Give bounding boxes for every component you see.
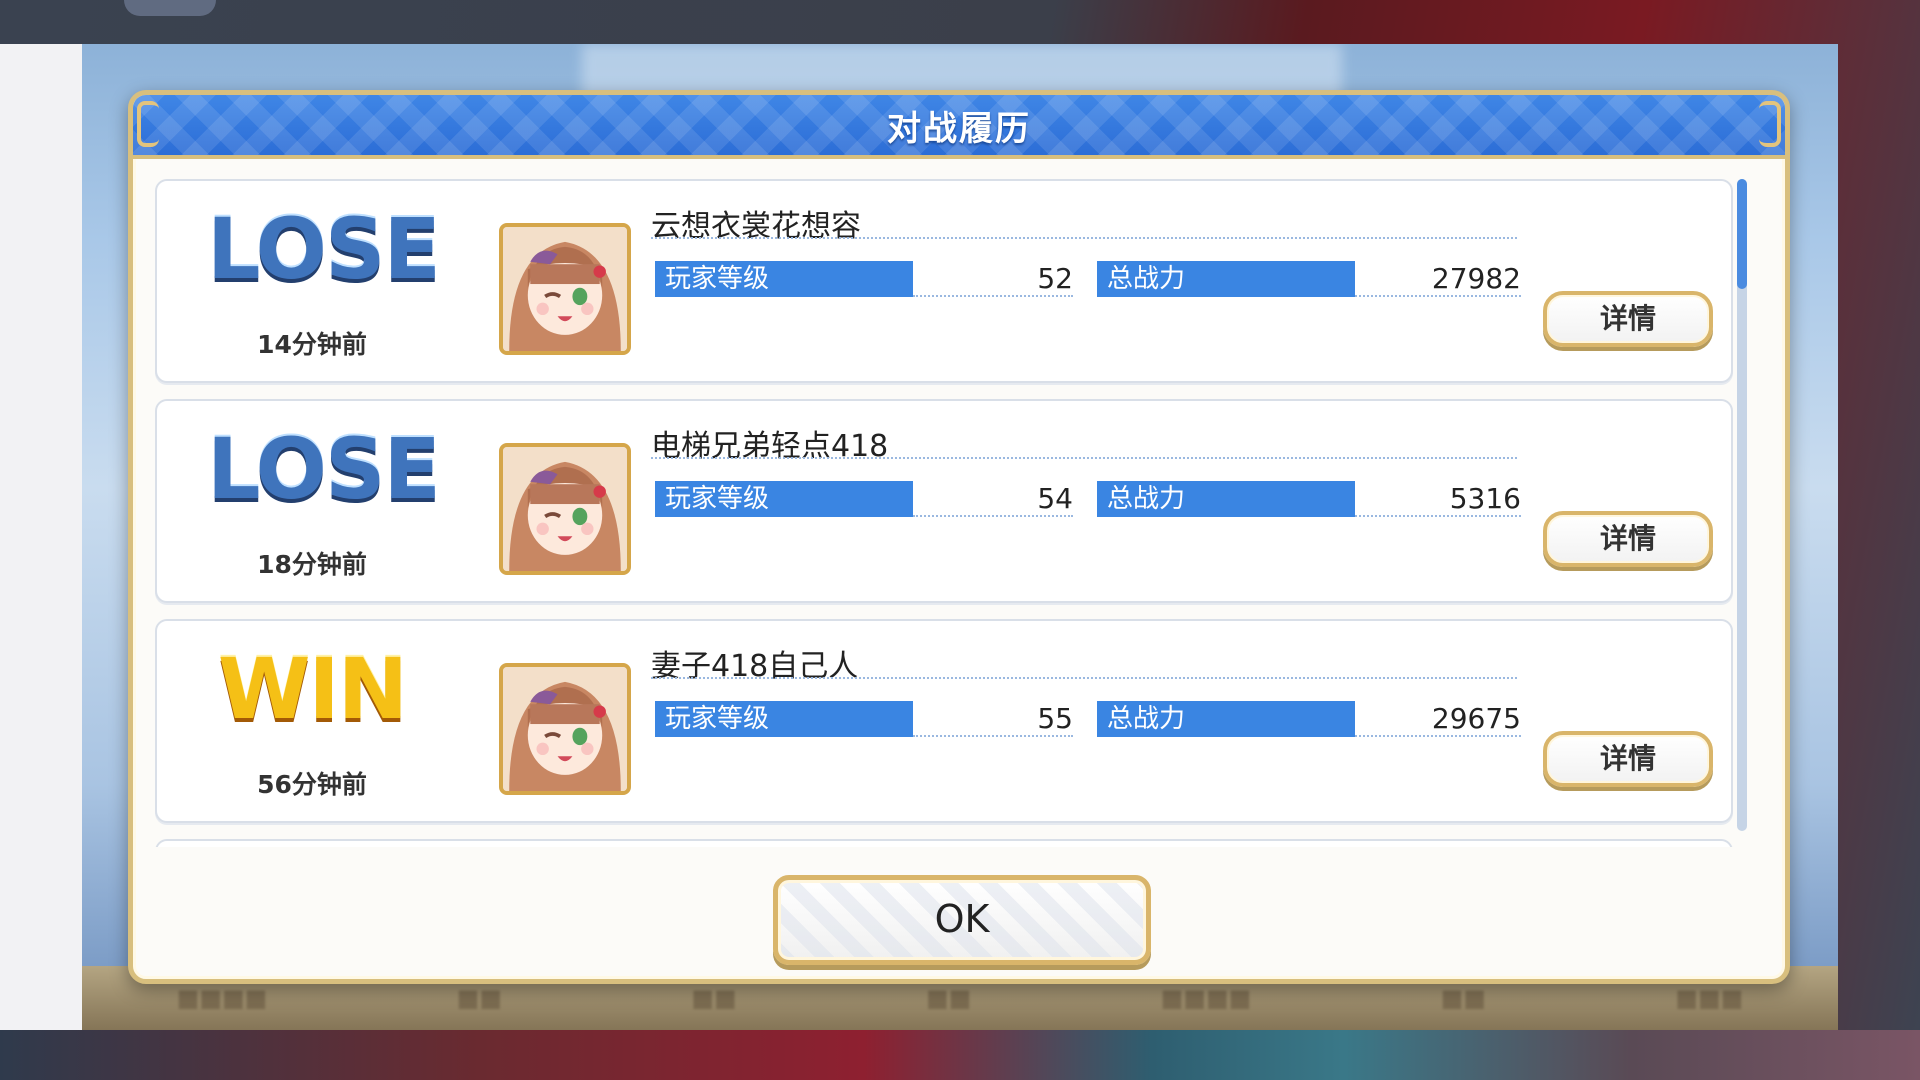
ok-button[interactable]: OK bbox=[773, 875, 1151, 965]
details-button[interactable]: 详情 bbox=[1543, 731, 1713, 787]
level-label: 玩家等级 bbox=[655, 481, 913, 517]
level-value: 52 bbox=[913, 261, 1073, 297]
character-portrait-icon bbox=[503, 667, 627, 791]
right-ornament-icon bbox=[1759, 101, 1781, 147]
player-avatar bbox=[499, 663, 631, 795]
name-divider bbox=[651, 677, 1517, 679]
power-label: 总战力 bbox=[1097, 261, 1355, 297]
time-ago: 18分钟前 bbox=[257, 550, 367, 579]
bottom-color-strip bbox=[0, 1030, 1920, 1080]
result-badge-lose: LOSE bbox=[207, 200, 441, 298]
result-badge-win: WIN bbox=[217, 640, 408, 738]
left-ornament-icon bbox=[137, 101, 159, 147]
match-card-partial bbox=[155, 839, 1733, 847]
dialog-title: 对战履历 bbox=[887, 108, 1031, 149]
time-ago: 14分钟前 bbox=[257, 330, 367, 359]
power-value: 5316 bbox=[1355, 481, 1521, 517]
match-card: LOSE 18分钟前 电梯兄弟轻点418 玩家等级 54 总战力 5316 详情 bbox=[155, 399, 1733, 603]
power-value: 27982 bbox=[1355, 261, 1521, 297]
battle-history-dialog: 对战履历 LOSE 14分钟前 云想衣裳花想容 玩家等级 52 总战力 2798… bbox=[128, 90, 1790, 984]
details-button[interactable]: 详情 bbox=[1543, 291, 1713, 347]
time-ago: 56分钟前 bbox=[257, 770, 367, 799]
name-divider bbox=[651, 237, 1517, 239]
level-label: 玩家等级 bbox=[655, 261, 913, 297]
name-divider bbox=[651, 457, 1517, 459]
power-label: 总战力 bbox=[1097, 701, 1355, 737]
power-label: 总战力 bbox=[1097, 481, 1355, 517]
level-label: 玩家等级 bbox=[655, 701, 913, 737]
player-avatar bbox=[499, 443, 631, 575]
top-avatar-stub bbox=[124, 0, 216, 16]
level-value: 55 bbox=[913, 701, 1073, 737]
left-white-pane bbox=[0, 44, 82, 1030]
dialog-header: 对战履历 bbox=[133, 95, 1785, 159]
match-card: WIN 56分钟前 妻子418自己人 玩家等级 55 总战力 29675 详情 bbox=[155, 619, 1733, 823]
scrollbar[interactable] bbox=[1737, 179, 1747, 831]
details-button[interactable]: 详情 bbox=[1543, 511, 1713, 567]
result-badge-lose: LOSE bbox=[207, 420, 441, 518]
power-value: 29675 bbox=[1355, 701, 1521, 737]
character-portrait-icon bbox=[503, 447, 627, 571]
character-portrait-icon bbox=[503, 227, 627, 351]
player-avatar bbox=[499, 223, 631, 355]
match-card: LOSE 14分钟前 云想衣裳花想容 玩家等级 52 总战力 27982 详情 bbox=[155, 179, 1733, 383]
level-value: 54 bbox=[913, 481, 1073, 517]
match-list[interactable]: LOSE 14分钟前 云想衣裳花想容 玩家等级 52 总战力 27982 详情 … bbox=[155, 179, 1735, 847]
scrollbar-thumb[interactable] bbox=[1737, 179, 1747, 289]
